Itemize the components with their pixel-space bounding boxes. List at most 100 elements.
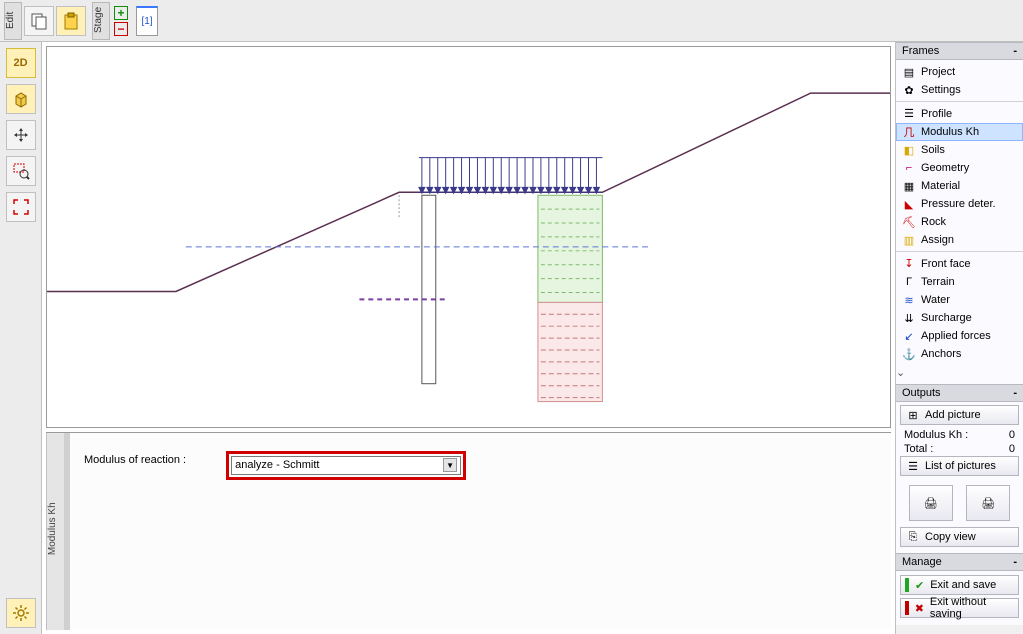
frame-item-front-face[interactable]: ↧Front face [896, 251, 1023, 273]
more-icon: ⌄ [896, 366, 905, 379]
surcharge-icon: ⇊ [902, 311, 916, 325]
print-button-1[interactable]: 🖨 [909, 485, 953, 521]
check-icon: ✔ [915, 579, 924, 592]
frame-item-assign[interactable]: ▥Assign [896, 231, 1023, 249]
stage-plus-minus: + − [114, 6, 128, 36]
frame-item-anchors[interactable]: ⚓Anchors [896, 345, 1023, 363]
anchor-icon: ⚓ [902, 347, 916, 361]
stage-add-button[interactable]: + [114, 6, 128, 20]
frame-item-rock[interactable]: ⛏Rock [896, 213, 1023, 231]
reaction-label: Modulus of reaction : [84, 451, 186, 466]
frame-item-terrain[interactable]: ΓTerrain [896, 273, 1023, 291]
manage-title: Manage [902, 556, 942, 568]
view-3d-button[interactable] [6, 84, 36, 114]
clipboard-icon [62, 12, 80, 30]
bottom-panel: Modulus Kh Modulus of reaction : analyze… [46, 432, 891, 630]
frame-item-project[interactable]: ▤Project [896, 63, 1023, 81]
frames-title: Frames [902, 45, 939, 57]
settings-button[interactable] [6, 598, 36, 628]
fit-view-button[interactable] [6, 192, 36, 222]
frame-item-profile[interactable]: ☰Profile [896, 101, 1023, 123]
stage-indicator[interactable]: [1] [136, 6, 158, 36]
bottom-tab[interactable]: Modulus Kh [46, 433, 64, 630]
stage-tab[interactable]: Stage [92, 2, 110, 40]
frame-item-applied-forces[interactable]: ↙Applied forces [896, 327, 1023, 345]
frames-list: ▤Project ✿Settings ☰Profile 几Modulus Kh … [896, 60, 1023, 384]
printer-color-icon: 🖨 [981, 497, 995, 510]
dropdown-value: analyze - Schmitt [235, 459, 319, 471]
red-bar-icon [905, 601, 909, 615]
terrain-icon: Γ [902, 275, 916, 289]
green-bar-icon [905, 578, 909, 592]
frames-minimize-button[interactable]: - [1013, 45, 1017, 57]
frontface-icon: ↧ [902, 257, 916, 271]
add-picture-icon: ⊞ [906, 408, 920, 422]
pan-button[interactable] [6, 120, 36, 150]
manage-header: Manage - [896, 553, 1023, 571]
soils-icon: ◧ [902, 143, 916, 157]
printer-icon: 🖨 [924, 497, 938, 510]
frame-item-geometry[interactable]: ⌐Geometry [896, 159, 1023, 177]
frame-item-soils[interactable]: ◧Soils [896, 141, 1023, 159]
project-icon: ▤ [902, 65, 916, 79]
diagram-svg [47, 47, 890, 427]
add-picture-button[interactable]: ⊞ Add picture [900, 405, 1019, 425]
gear-icon [12, 604, 30, 622]
chevron-down-icon: ▼ [443, 458, 457, 472]
stage-remove-button[interactable]: − [114, 22, 128, 36]
copy-button[interactable] [24, 6, 54, 36]
drawing-canvas[interactable] [46, 46, 891, 428]
frame-item-settings[interactable]: ✿Settings [896, 81, 1023, 99]
outputs-body: ⊞ Add picture Modulus Kh :0 Total :0 ☰ L… [896, 402, 1023, 553]
outputs-header: Outputs - [896, 384, 1023, 402]
gear-icon: ✿ [902, 83, 916, 97]
frames-header: Frames - [896, 42, 1023, 60]
bottom-content: Modulus of reaction : analyze - Schmitt … [70, 433, 891, 630]
outputs-title: Outputs [902, 387, 941, 399]
frame-item-pressure-deter[interactable]: ◣Pressure deter. [896, 195, 1023, 213]
copy-icon [30, 12, 48, 30]
profile-icon: ☰ [902, 107, 916, 121]
exit-nosave-button[interactable]: ✖ Exit without saving [900, 598, 1019, 618]
frame-item-material[interactable]: ▦Material [896, 177, 1023, 195]
cross-icon: ✖ [915, 602, 924, 615]
zoom-region-button[interactable] [6, 156, 36, 186]
edit-tab[interactable]: Edit [4, 2, 22, 40]
modulus-dropdown[interactable]: analyze - Schmitt ▼ [231, 456, 461, 475]
stat-total: Total :0 [900, 442, 1019, 456]
material-icon: ▦ [902, 179, 916, 193]
forces-icon: ↙ [902, 329, 916, 343]
manage-body: ✔ Exit and save ✖ Exit without saving [896, 571, 1023, 625]
frame-item-surcharge[interactable]: ⇊Surcharge [896, 309, 1023, 327]
copy-view-icon: ⎘ [906, 530, 920, 544]
move-icon [12, 126, 30, 144]
modulus-icon: 几 [902, 125, 916, 139]
right-sidebar: Frames - ▤Project ✿Settings ☰Profile 几Mo… [895, 42, 1023, 634]
toolbar-spacer [6, 228, 36, 592]
pressure-icon: ◣ [902, 197, 916, 211]
fit-icon [12, 198, 30, 216]
zoom-select-icon [12, 162, 30, 180]
dropdown-highlight: analyze - Schmitt ▼ [226, 451, 466, 480]
main-area: 2D [0, 42, 1023, 634]
stat-modulus: Modulus Kh :0 [900, 428, 1019, 442]
paste-button[interactable] [56, 6, 86, 36]
print-row: 🖨 🖨 [900, 479, 1019, 527]
view-2d-button[interactable]: 2D [6, 48, 36, 78]
outputs-minimize-button[interactable]: - [1013, 387, 1017, 399]
frame-item-modulus-kh[interactable]: 几Modulus Kh [896, 123, 1023, 141]
left-toolbar: 2D [0, 42, 42, 634]
assign-icon: ▥ [902, 233, 916, 247]
cube-icon [12, 90, 30, 108]
frame-item-water[interactable]: ≋Water [896, 291, 1023, 309]
print-button-2[interactable]: 🖨 [966, 485, 1010, 521]
water-icon: ≋ [902, 293, 916, 307]
exit-save-button[interactable]: ✔ Exit and save [900, 575, 1019, 595]
frame-item-more[interactable]: ⌄ [896, 363, 1023, 381]
geometry-icon: ⌐ [902, 161, 916, 175]
center-pane: Modulus Kh Modulus of reaction : analyze… [42, 42, 895, 634]
list-icon: ☰ [906, 459, 920, 473]
manage-minimize-button[interactable]: - [1013, 556, 1017, 568]
list-pictures-button[interactable]: ☰ List of pictures [900, 456, 1019, 476]
copy-view-button[interactable]: ⎘ Copy view [900, 527, 1019, 547]
